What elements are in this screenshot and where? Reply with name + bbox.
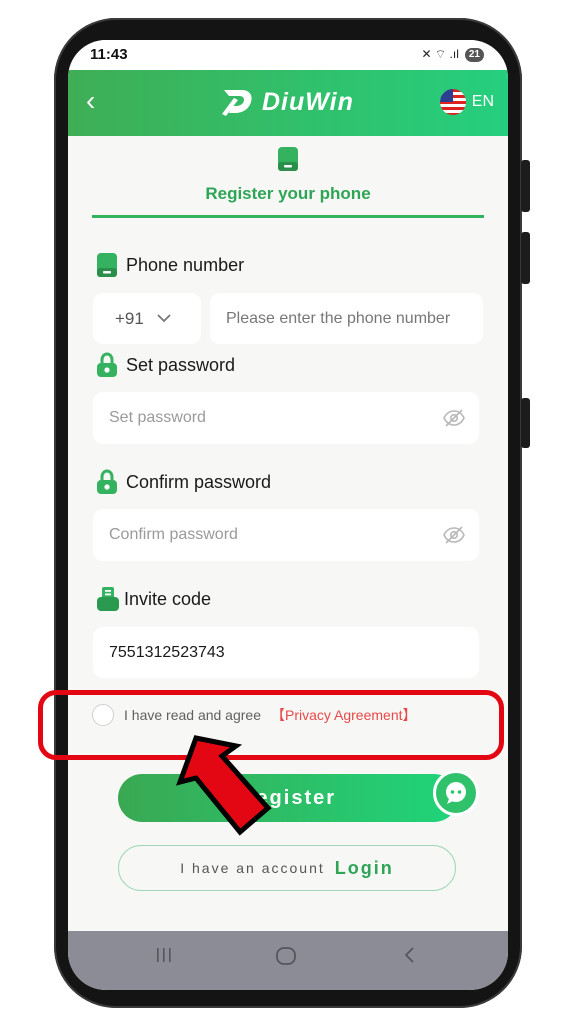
phone-screen: 11:43 ✕ ⌔ .ıl 21 ‹ DiuWin EN Register yo… bbox=[68, 40, 508, 990]
eye-off-icon[interactable] bbox=[443, 524, 465, 546]
phone-side-button bbox=[521, 398, 530, 448]
set-password-label-text: Set password bbox=[126, 354, 236, 375]
invite-code-value: 7551312523743 bbox=[109, 643, 225, 661]
app-header: ‹ DiuWin EN bbox=[68, 70, 508, 136]
chat-support-button[interactable] bbox=[433, 770, 479, 816]
register-button-label: Register bbox=[239, 786, 337, 809]
language-label: EN bbox=[471, 93, 494, 110]
status-time: 11:43 bbox=[90, 46, 128, 63]
brand-logo: DiuWin bbox=[220, 82, 354, 122]
phone-side-button bbox=[521, 232, 530, 284]
set-password-placeholder: Set password bbox=[109, 409, 206, 426]
phone-number-label: Phone number bbox=[96, 252, 244, 278]
eye-off-icon[interactable] bbox=[443, 407, 465, 429]
set-password-label: Set password bbox=[96, 352, 235, 378]
login-link[interactable]: Login bbox=[335, 858, 394, 879]
register-button[interactable]: Register bbox=[118, 774, 458, 822]
country-code-value: +91 bbox=[115, 308, 144, 328]
account-text: I have an account bbox=[180, 860, 325, 876]
login-button[interactable]: I have an account Login bbox=[118, 845, 456, 891]
tab-register-phone[interactable]: Register your phone bbox=[92, 144, 484, 218]
gift-card-icon bbox=[97, 587, 119, 611]
country-code-select[interactable]: +91 bbox=[93, 293, 201, 344]
phone-number-placeholder: Please enter the phone number bbox=[226, 309, 451, 327]
invite-code-label-text: Invite code bbox=[124, 588, 212, 609]
confirm-password-input[interactable]: Confirm password bbox=[93, 509, 479, 561]
highlight-box bbox=[38, 690, 504, 760]
chat-bubble-icon bbox=[446, 782, 466, 804]
back-nav-icon[interactable] bbox=[400, 945, 420, 965]
status-bar: 11:43 ✕ ⌔ .ıl 21 bbox=[68, 40, 508, 70]
invite-code-label: Invite code bbox=[96, 586, 211, 612]
confirm-password-placeholder: Confirm password bbox=[109, 526, 238, 543]
language-selector[interactable]: EN bbox=[439, 89, 494, 115]
lock-icon bbox=[97, 352, 117, 377]
set-password-input[interactable]: Set password bbox=[93, 392, 479, 444]
phone-device-icon bbox=[278, 147, 298, 171]
signal-icons: ✕ ⌔ .ıl bbox=[421, 47, 459, 61]
home-icon[interactable] bbox=[275, 945, 297, 967]
lock-icon bbox=[97, 469, 117, 494]
tab-label: Register your phone bbox=[205, 184, 371, 203]
back-arrow-icon[interactable]: ‹ bbox=[86, 87, 112, 115]
phone-number-input[interactable]: Please enter the phone number bbox=[210, 293, 483, 344]
confirm-password-label: Confirm password bbox=[96, 469, 271, 495]
brand-name: DiuWin bbox=[262, 87, 354, 116]
invite-code-input[interactable]: 7551312523743 bbox=[93, 627, 479, 678]
status-icons: ✕ ⌔ .ıl 21 bbox=[422, 47, 484, 62]
recent-apps-icon[interactable] bbox=[154, 945, 174, 965]
us-flag-icon bbox=[439, 89, 466, 115]
chevron-down-icon bbox=[157, 314, 171, 323]
phone-side-button bbox=[521, 160, 530, 212]
tab-underline bbox=[92, 215, 484, 218]
battery-icon: 21 bbox=[464, 47, 484, 62]
system-nav-bar bbox=[68, 931, 508, 990]
phone-number-label-text: Phone number bbox=[126, 254, 245, 275]
phone-device-icon bbox=[97, 253, 117, 277]
logo-mark-icon bbox=[222, 90, 252, 116]
confirm-password-label-text: Confirm password bbox=[126, 471, 272, 492]
